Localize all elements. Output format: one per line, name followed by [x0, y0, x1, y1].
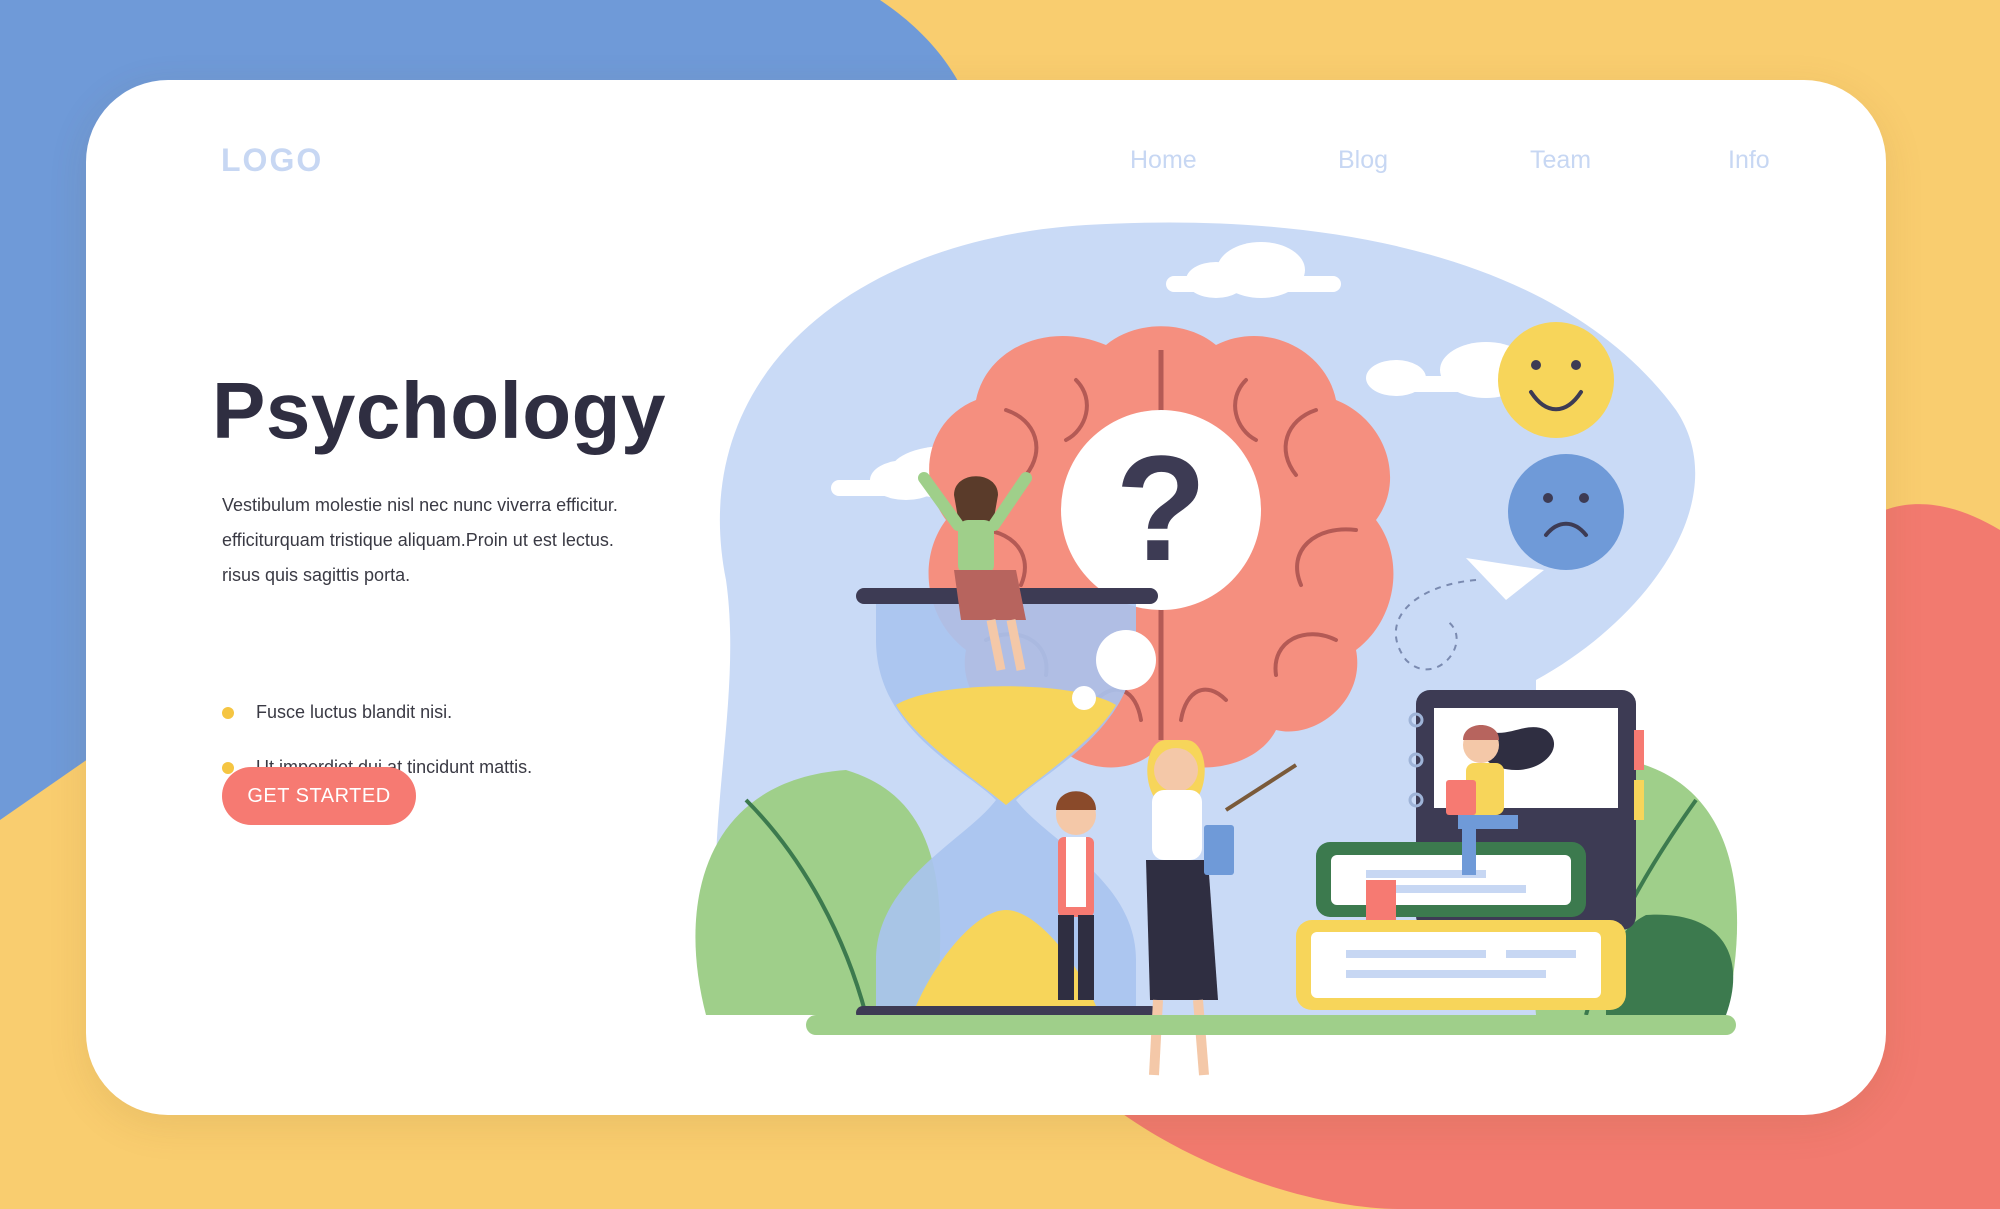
- landing-card: LOGO Home Blog Team Info Psychology Vest…: [86, 80, 1886, 1115]
- question-mark-icon: ?: [1115, 424, 1207, 592]
- psychology-illustration: ?: [695, 222, 1738, 1076]
- ground-line: [806, 1015, 1736, 1035]
- happy-face-icon: [1498, 322, 1614, 438]
- book-icon: [1296, 920, 1626, 1010]
- sad-face-icon: [1508, 454, 1624, 570]
